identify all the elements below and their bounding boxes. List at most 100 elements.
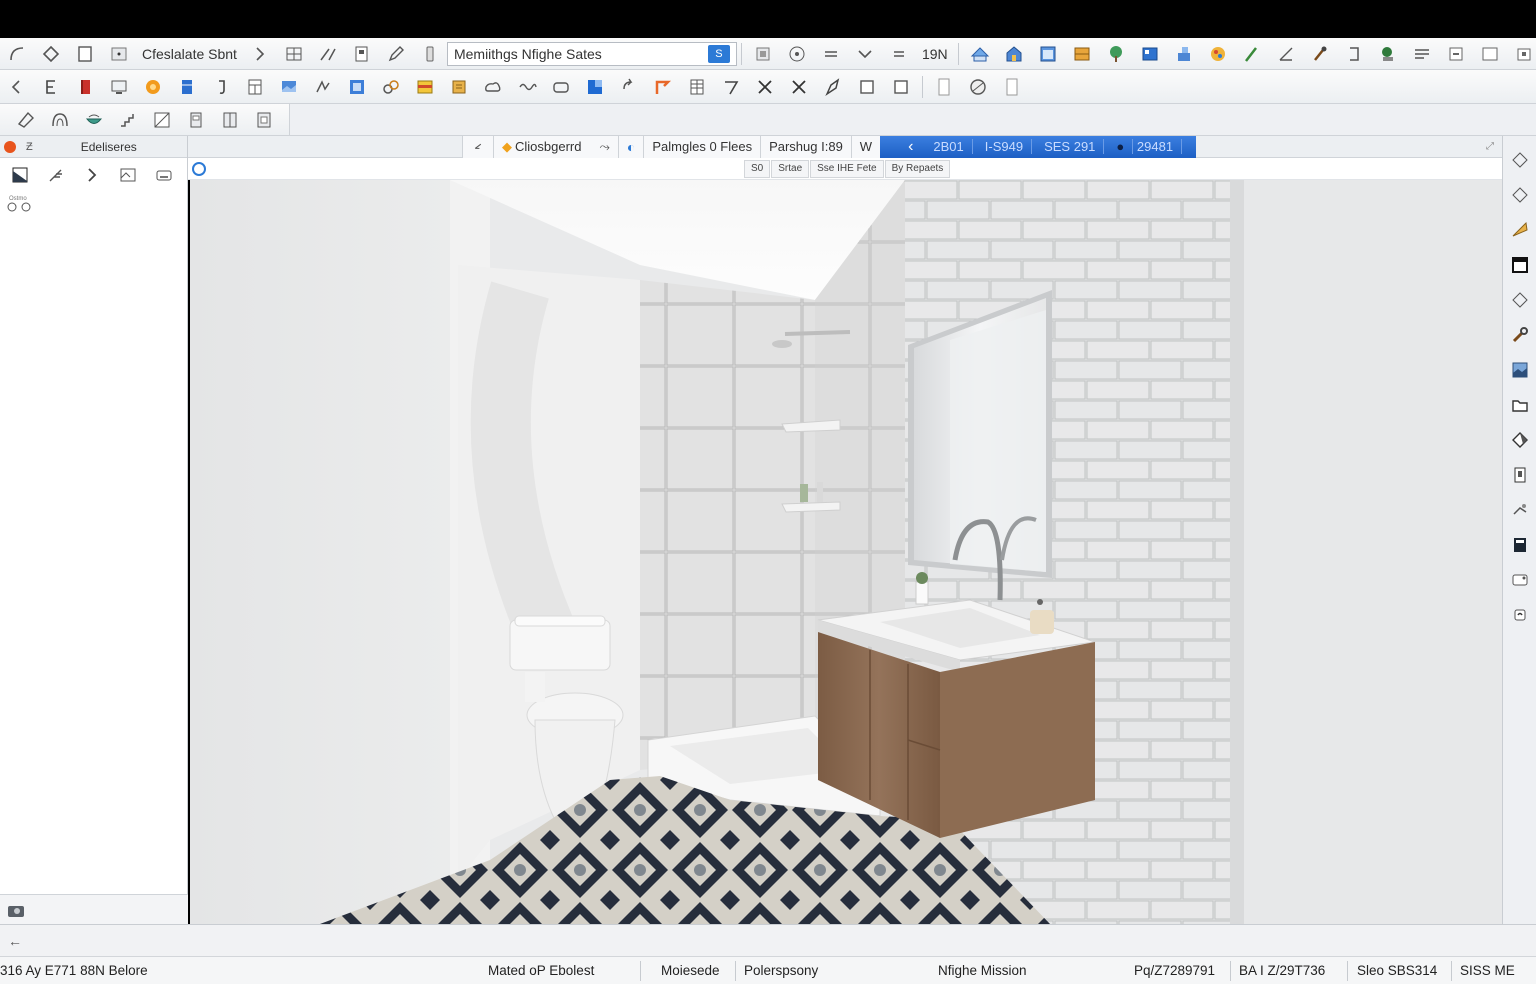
- wave-icon[interactable]: [513, 74, 541, 100]
- tab-globe[interactable]: ◐: [617, 135, 644, 158]
- sub-tab-3[interactable]: Sse IHE Fete: [810, 160, 884, 178]
- card-icon[interactable]: [1508, 463, 1532, 487]
- note-icon[interactable]: [445, 74, 473, 100]
- tab-palmgles[interactable]: Palmgles 0 Flees: [643, 135, 761, 158]
- 3d-viewport[interactable]: [190, 180, 1502, 924]
- tray-icon[interactable]: [150, 162, 178, 188]
- double-door-icon[interactable]: [216, 107, 244, 133]
- pen-icon[interactable]: [819, 74, 847, 100]
- slope-tool-icon[interactable]: [6, 162, 34, 188]
- house-icon[interactable]: [1000, 41, 1028, 67]
- skew-icon[interactable]: [12, 107, 40, 133]
- tab-clipboard[interactable]: ◆ Cliosbgerrd ⤳: [493, 135, 618, 158]
- tab-w[interactable]: W: [850, 135, 881, 158]
- letter-e-icon[interactable]: [37, 74, 65, 100]
- bowl-icon[interactable]: [80, 107, 108, 133]
- diamond-outline-3-icon[interactable]: [1508, 288, 1532, 312]
- hook-icon[interactable]: [207, 74, 235, 100]
- chevron-down-icon[interactable]: [851, 41, 879, 67]
- lines-icon[interactable]: [1408, 41, 1436, 67]
- square-icon[interactable]: [1476, 41, 1504, 67]
- roof-icon[interactable]: [966, 41, 994, 67]
- outline-square-2-icon[interactable]: [887, 74, 915, 100]
- pencil-icon[interactable]: [382, 41, 410, 67]
- rotate-icon[interactable]: [615, 74, 643, 100]
- document-icon[interactable]: [71, 41, 99, 67]
- camera-icon[interactable]: [2, 897, 30, 923]
- tab-parshug[interactable]: Parshug I:89: [760, 135, 851, 158]
- wrench-icon[interactable]: [1508, 323, 1532, 347]
- line-tool-icon[interactable]: [314, 41, 342, 67]
- layout-icon[interactable]: [241, 74, 269, 100]
- red-book-icon[interactable]: [71, 74, 99, 100]
- grid-tool-icon[interactable]: [280, 41, 308, 67]
- blue-tab-group[interactable]: ‹ 2B01 I-S949 SES 291 ● 29481: [880, 135, 1197, 158]
- glasses-icon[interactable]: Ostmo: [6, 194, 36, 214]
- view-back-button[interactable]: [462, 135, 493, 158]
- expand-chevron-icon[interactable]: [78, 162, 106, 188]
- tall-rect-icon[interactable]: [930, 74, 958, 100]
- chevron-right-icon[interactable]: [246, 41, 274, 67]
- diamond-tool-icon[interactable]: [37, 41, 65, 67]
- palette-icon[interactable]: [1204, 41, 1232, 67]
- equals-icon[interactable]: [817, 41, 845, 67]
- sub-tab-2[interactable]: Srtae: [771, 160, 810, 178]
- orange-circle-icon[interactable]: [139, 74, 167, 100]
- equals-alt-icon[interactable]: [885, 41, 913, 67]
- search-combo[interactable]: Memiithgs Nfighe Sates S: [446, 41, 737, 66]
- tall-rect-2-icon[interactable]: [998, 74, 1026, 100]
- sub-tab-1[interactable]: S0: [744, 160, 771, 178]
- cloud-icon[interactable]: [479, 74, 507, 100]
- stairs-icon[interactable]: [114, 107, 142, 133]
- blue-square-icon[interactable]: [581, 74, 609, 100]
- arc-tool-icon[interactable]: [3, 41, 31, 67]
- bracket-left-icon[interactable]: [3, 74, 31, 100]
- blue-panel-icon[interactable]: [173, 74, 201, 100]
- outline-square-icon[interactable]: [853, 74, 881, 100]
- folder-icon[interactable]: [1508, 393, 1532, 417]
- blue-tab-3[interactable]: SES 291: [1044, 139, 1105, 154]
- diamond-outline-icon[interactable]: [1508, 148, 1532, 172]
- circle-icon[interactable]: [964, 74, 992, 100]
- square-dot-icon[interactable]: [105, 41, 133, 67]
- blue-tab-1[interactable]: 2B01: [933, 139, 973, 154]
- frame-icon[interactable]: [749, 41, 777, 67]
- target-icon[interactable]: [783, 41, 811, 67]
- draw-icon[interactable]: [309, 74, 337, 100]
- battery-icon[interactable]: [416, 41, 444, 67]
- cabinet-icon[interactable]: [1068, 41, 1096, 67]
- sub-tab-4[interactable]: By Repaets: [884, 160, 951, 178]
- book-icon[interactable]: [1508, 533, 1532, 557]
- black-frame-icon[interactable]: [1508, 253, 1532, 277]
- plant-icon[interactable]: [1374, 41, 1402, 67]
- gallery-icon[interactable]: [1508, 358, 1532, 382]
- restore-icon[interactable]: [1510, 41, 1536, 67]
- window-icon[interactable]: [1034, 41, 1062, 67]
- yellow-card-icon[interactable]: [411, 74, 439, 100]
- small-box-icon[interactable]: [1442, 41, 1470, 67]
- door-icon[interactable]: [182, 107, 210, 133]
- lock-small-icon[interactable]: [1508, 603, 1532, 627]
- arch-icon[interactable]: [46, 107, 74, 133]
- feather-icon[interactable]: [42, 162, 70, 188]
- frame-box-icon[interactable]: [250, 107, 278, 133]
- brush-icon[interactable]: [1238, 41, 1266, 67]
- search-button[interactable]: S: [707, 44, 730, 63]
- badge-icon[interactable]: [1508, 568, 1532, 592]
- rounded-rect-icon[interactable]: [547, 74, 575, 100]
- back-arrow-icon[interactable]: ‹: [888, 138, 921, 156]
- stack-icon[interactable]: [1170, 41, 1198, 67]
- pin-tab-icon[interactable]: ⤳: [599, 139, 609, 155]
- search-input[interactable]: Memiithgs Nfighe Sates: [454, 46, 602, 62]
- angle-icon[interactable]: [1272, 41, 1300, 67]
- panel-icon[interactable]: [1136, 41, 1164, 67]
- link-icon[interactable]: [377, 74, 405, 100]
- delete-x-icon[interactable]: [785, 74, 813, 100]
- pin-icon[interactable]: Ƶ: [26, 141, 33, 153]
- tag-icon[interactable]: [1508, 428, 1532, 452]
- crossed-box-icon[interactable]: [148, 107, 176, 133]
- diamond-outline-2-icon[interactable]: [1508, 183, 1532, 207]
- picture-icon[interactable]: [275, 74, 303, 100]
- ruler-icon[interactable]: [1508, 218, 1532, 242]
- seven-icon[interactable]: [717, 74, 745, 100]
